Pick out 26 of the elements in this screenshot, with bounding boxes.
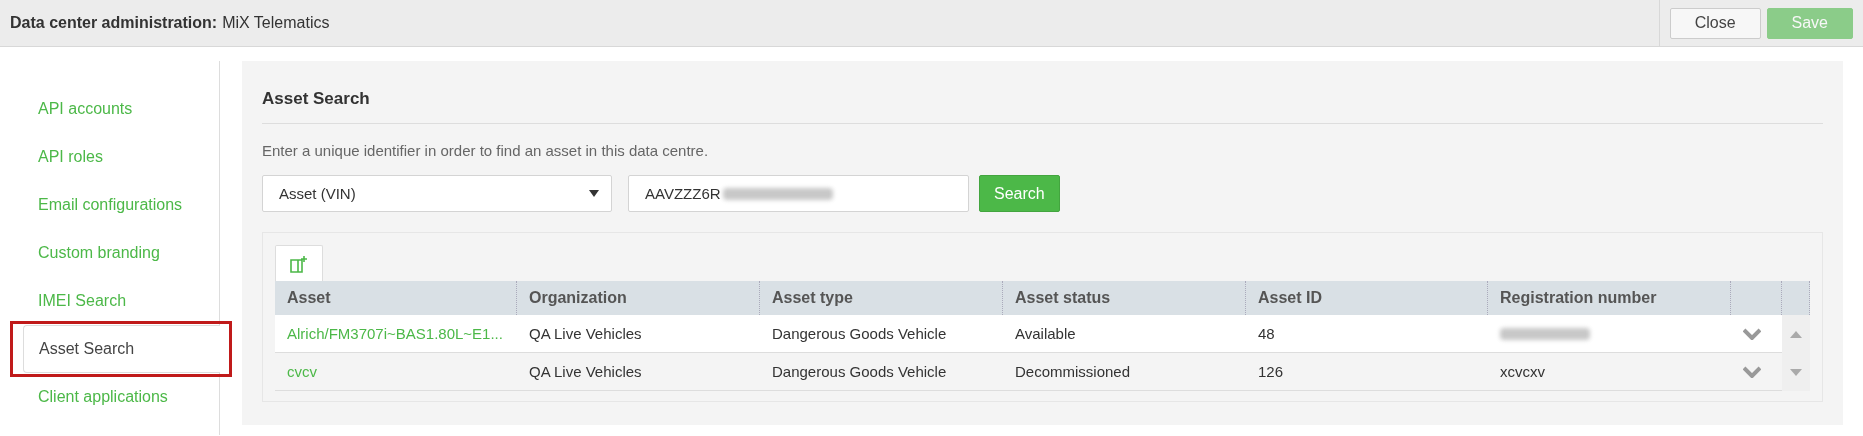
column-chooser-tab[interactable] [275,245,323,281]
scroll-up-icon[interactable] [1790,330,1802,338]
column-header[interactable]: Registration number [1488,281,1731,315]
add-column-icon [290,254,308,273]
title-label: Data center administration: [10,14,218,31]
sidebar-item[interactable]: Asset Search [23,325,220,373]
chevron-down-icon[interactable] [1743,327,1761,340]
table-cell: 48 [1246,315,1488,353]
table-cell: Available [1003,315,1246,353]
panel-title: Asset Search [262,85,1823,124]
chevron-down-icon[interactable] [1743,365,1761,378]
scroll-down-icon[interactable] [1790,368,1802,376]
column-header[interactable]: Asset status [1003,281,1246,315]
close-button[interactable]: Close [1669,7,1761,39]
caret-down-icon [589,190,599,197]
column-header[interactable]: Asset type [760,281,1003,315]
search-type-dropdown[interactable]: Asset (VIN) [262,175,612,212]
table-cell: QA Live Vehicles [517,315,760,353]
column-header[interactable]: Organization [517,281,760,315]
table-cell: Dangerous Goods Vehicle [760,315,1003,353]
column-header[interactable]: Asset ID [1246,281,1488,315]
panel-description: Enter a unique identifier in order to find an asset in this data centre. [262,142,710,159]
scrollbar-header [1782,281,1810,315]
search-field[interactable]: AAVZZZ6R [628,175,969,212]
title-value: MiX Telematics [222,14,330,31]
column-header[interactable]: Asset [275,281,517,315]
